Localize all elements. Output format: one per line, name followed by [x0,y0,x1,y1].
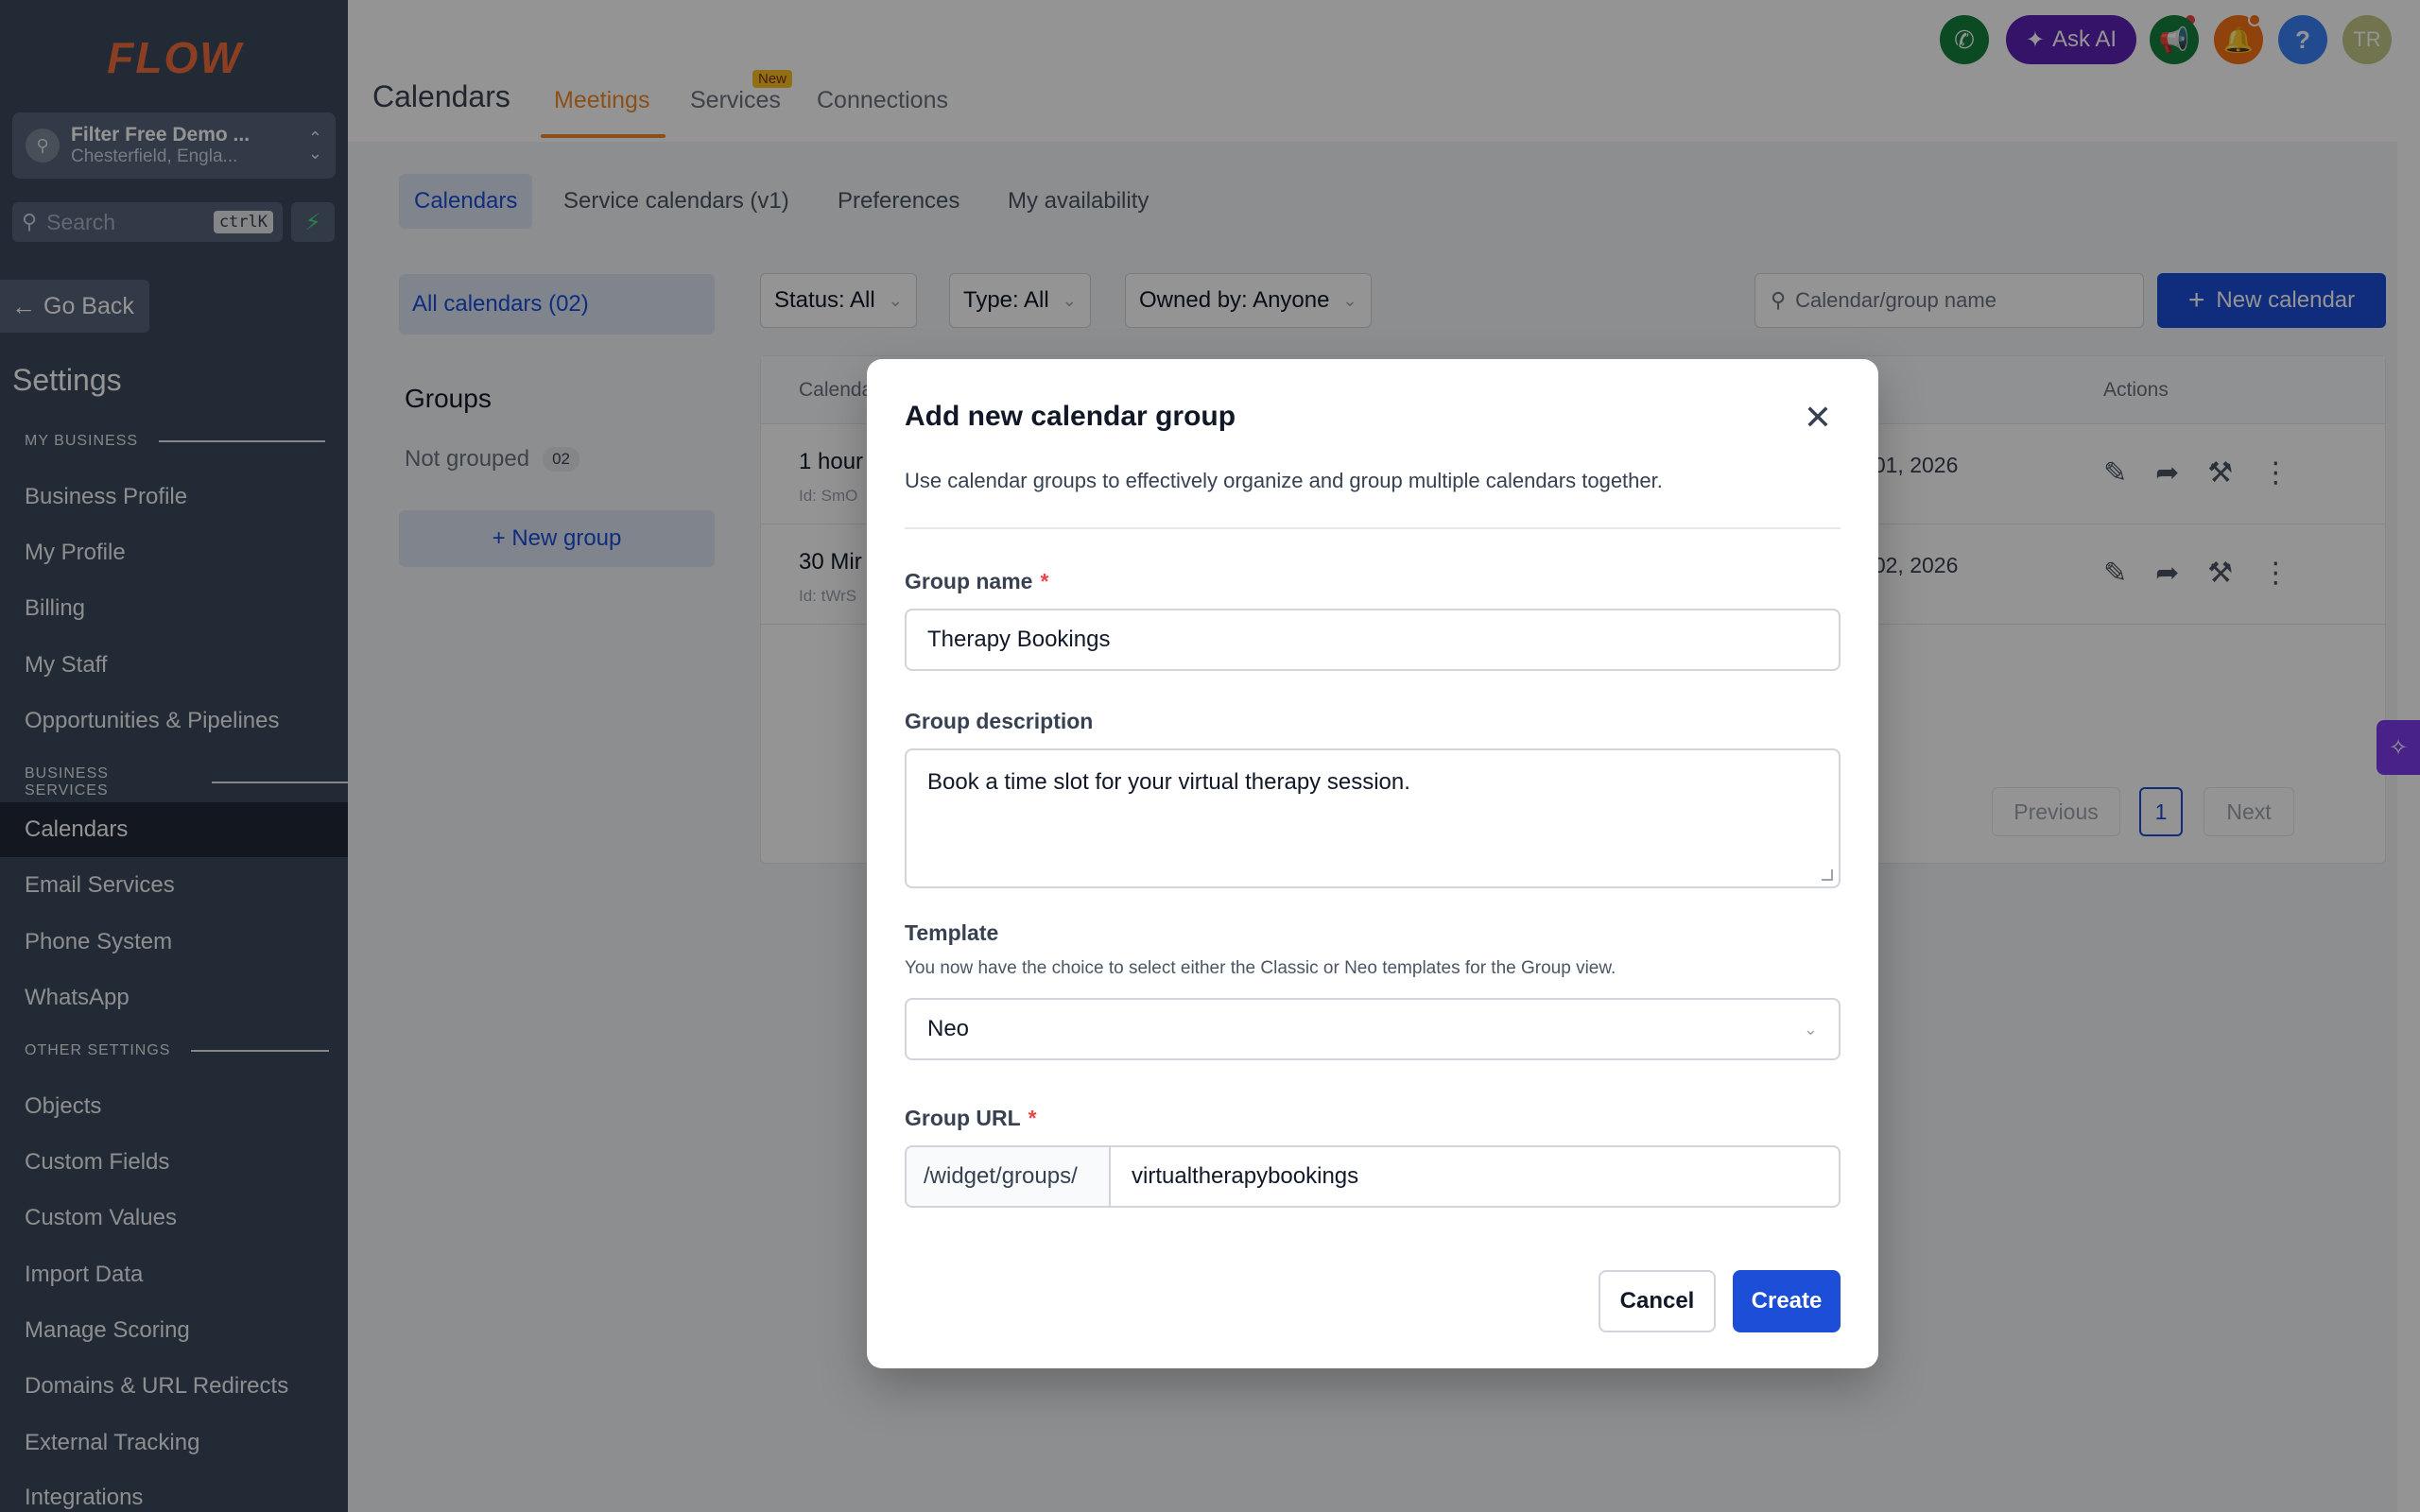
cancel-button[interactable]: Cancel [1599,1270,1716,1332]
create-button[interactable]: Create [1733,1270,1841,1332]
group-url-input[interactable]: virtualtherapybookings [1109,1145,1841,1208]
group-url-prefix: /widget/groups/ [905,1145,1111,1208]
modal-title: Add new calendar group [905,401,1236,432]
chevron-down-icon: ⌄ [1803,1019,1818,1039]
group-description-textarea[interactable]: Book a time slot for your virtual therap… [905,748,1841,888]
template-label: Template [905,920,999,945]
close-icon[interactable]: ✕ [1797,397,1839,438]
resize-handle-icon[interactable] [1822,869,1833,881]
add-calendar-group-modal: Add new calendar group ✕ Use calendar gr… [867,359,1878,1368]
group-description-label: Group description [905,709,1094,733]
template-select[interactable]: Neo ⌄ [905,998,1841,1060]
group-name-label: Group name * [905,569,1049,593]
modal-divider [905,527,1841,529]
template-help-text: You now have the choice to select either… [905,958,1616,978]
group-url-label: Group URL * [905,1106,1037,1130]
modal-description: Use calendar groups to effectively organ… [905,469,1663,492]
group-name-input[interactable]: Therapy Bookings [905,609,1841,671]
